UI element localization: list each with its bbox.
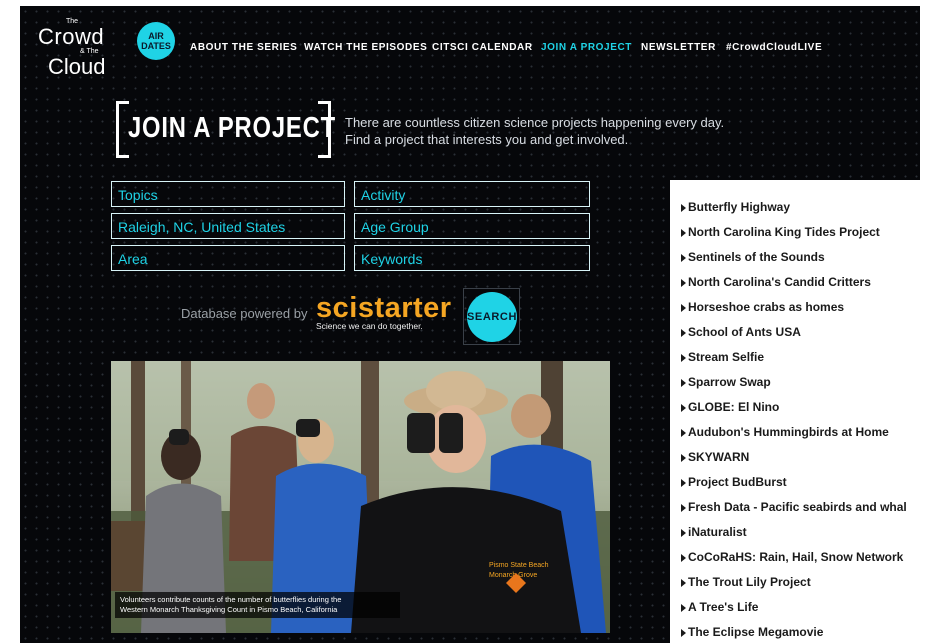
topics-filter[interactable]: Topics bbox=[111, 181, 345, 207]
shirt-text-1: Pismo State Beach bbox=[489, 562, 549, 569]
nav-join-project[interactable]: JOIN A PROJECT bbox=[541, 42, 632, 53]
project-list-item[interactable]: School of Ants USA bbox=[670, 325, 907, 350]
nav-newsletter[interactable]: NEWSLETTER bbox=[641, 42, 716, 53]
project-list-item[interactable]: GLOBE: El Nino bbox=[670, 400, 907, 425]
scistarter-logo[interactable]: scistarter Science we can do together. bbox=[316, 294, 452, 332]
location-filter[interactable]: Raleigh, NC, United States bbox=[111, 213, 345, 239]
photo-caption: Volunteers contribute counts of the numb… bbox=[115, 592, 400, 618]
project-list-item[interactable]: North Carolina's Candid Critters bbox=[670, 275, 907, 300]
nav-citsci-calendar[interactable]: CITSCI CALENDAR bbox=[432, 42, 533, 53]
project-list-item[interactable]: Stream Selfie bbox=[670, 350, 907, 375]
project-list-item[interactable]: Audubon's Hummingbirds at Home bbox=[670, 425, 907, 450]
search-button[interactable]: SEARCH bbox=[467, 292, 517, 342]
project-list-item[interactable]: Fresh Data - Pacific seabirds and whal bbox=[670, 500, 907, 525]
project-list-item[interactable]: iNaturalist bbox=[670, 525, 907, 550]
project-list-item[interactable]: The Trout Lily Project bbox=[670, 575, 907, 600]
project-list-item[interactable]: The Eclipse Megamovie bbox=[670, 625, 907, 643]
activity-filter[interactable]: Activity bbox=[354, 181, 590, 207]
project-list: Butterfly Highway North Carolina King Tid… bbox=[670, 200, 907, 643]
nav-watch-episodes[interactable]: WATCH THE EPISODES bbox=[304, 42, 427, 53]
project-list-item[interactable]: Butterfly Highway bbox=[670, 200, 907, 225]
keywords-filter[interactable]: Keywords bbox=[354, 245, 590, 271]
nav-about-series[interactable]: ABOUT THE SERIES bbox=[190, 42, 297, 53]
page-title: JOIN A PROJECT bbox=[128, 112, 336, 144]
project-list-item[interactable]: Sparrow Swap bbox=[670, 375, 907, 400]
project-list-item[interactable]: Horseshoe crabs as homes bbox=[670, 300, 907, 325]
project-list-item[interactable]: CoCoRaHS: Rain, Hail, Snow Network bbox=[670, 550, 907, 575]
title-bracket-right bbox=[318, 101, 331, 158]
area-filter[interactable]: Area bbox=[111, 245, 345, 271]
crowd-cloud-logo[interactable]: The Crowd & The Cloud bbox=[36, 16, 126, 79]
nav-crowdcloud-live[interactable]: #CrowdCloudLIVE bbox=[726, 42, 822, 53]
air-dates-button[interactable]: AIR DATES bbox=[137, 22, 175, 60]
powered-by-label: Database powered by bbox=[181, 306, 308, 321]
project-list-item[interactable]: SKYWARN bbox=[670, 450, 907, 475]
project-list-item[interactable]: Sentinels of the Sounds bbox=[670, 250, 907, 275]
project-list-item[interactable]: Project BudBurst bbox=[670, 475, 907, 500]
age-group-filter[interactable]: Age Group bbox=[354, 213, 590, 239]
page-intro: There are countless citizen science proj… bbox=[345, 115, 725, 147]
project-list-item[interactable]: A Tree's Life bbox=[670, 600, 907, 625]
project-list-item[interactable]: North Carolina King Tides Project bbox=[670, 225, 907, 250]
project-list-panel: Butterfly Highway North Carolina King Tid… bbox=[670, 180, 926, 643]
